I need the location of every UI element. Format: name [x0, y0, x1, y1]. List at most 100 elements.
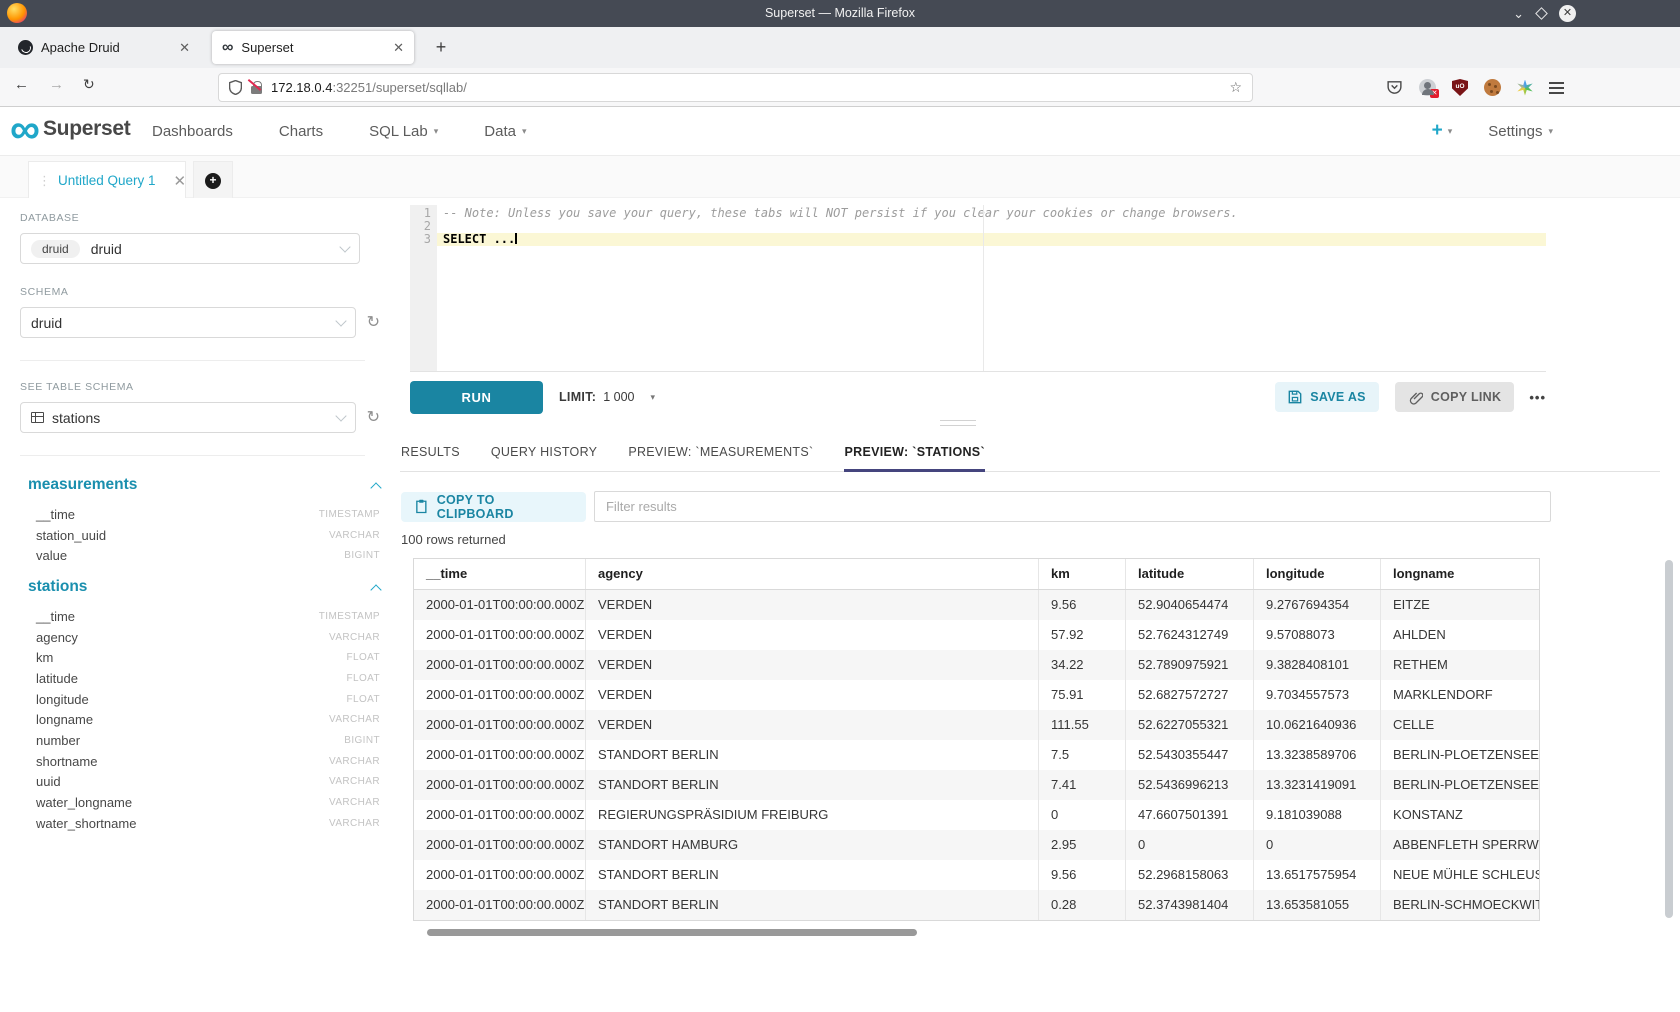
window-title: Superset — Mozilla Firefox: [0, 0, 1680, 27]
database-select[interactable]: druid druid: [20, 233, 360, 264]
table-row: 2000-01-01T00:00:00.000ZVERDEN111.5552.6…: [414, 710, 1539, 740]
new-query-tab-button[interactable]: +: [193, 161, 233, 199]
column-header-km[interactable]: km: [1039, 559, 1126, 589]
table-row: 2000-01-01T00:00:00.000ZVERDEN9.5652.904…: [414, 590, 1539, 620]
url-bar[interactable]: 172.18.0.4:32251/superset/sqllab/ ☆: [218, 73, 1253, 102]
back-button[interactable]: ←: [14, 76, 29, 93]
column-name: water_longname: [36, 795, 132, 810]
table-cell: 2000-01-01T00:00:00.000Z: [414, 770, 586, 800]
column-row: uuidVARCHAR: [36, 772, 380, 793]
nav-item-charts[interactable]: Charts: [279, 123, 323, 140]
settings-menu[interactable]: Settings ▾: [1488, 123, 1553, 140]
run-button[interactable]: RUN: [410, 381, 543, 414]
sql-code-editor[interactable]: 1 2 3 -- Note: Unless you save your quer…: [410, 205, 1546, 372]
vertical-scrollbar[interactable]: [1665, 560, 1673, 918]
close-tab-icon[interactable]: ✕: [385, 40, 404, 56]
save-as-button[interactable]: SAVE AS: [1275, 382, 1379, 412]
bookmark-star-icon[interactable]: ☆: [1229, 79, 1242, 96]
schema-label: SCHEMA: [20, 286, 380, 298]
browser-tab-apache-druid[interactable]: Apache Druid ✕: [8, 31, 200, 64]
insecure-lock-icon[interactable]: [251, 86, 262, 94]
nav-item-sql-lab[interactable]: SQL Lab▾: [369, 123, 438, 140]
browser-tab-superset[interactable]: ∞ Superset ✕: [212, 31, 414, 64]
chevron-up-icon[interactable]: [370, 584, 381, 595]
window-minimize-icon[interactable]: ⌄: [1513, 9, 1524, 19]
query-tab-active[interactable]: ⋮ Untitled Query 1 ✕: [28, 161, 186, 199]
nav-item-label: Dashboards: [152, 123, 233, 140]
copy-link-button[interactable]: COPY LINK: [1395, 382, 1515, 412]
table-cell: VERDEN: [586, 680, 1039, 710]
print-margin-ruler: [983, 205, 984, 371]
column-header-longname[interactable]: longname: [1381, 559, 1539, 589]
column-header-agency[interactable]: agency: [586, 559, 1039, 589]
table-cell: AHLDEN: [1381, 620, 1539, 650]
column-header-time[interactable]: __time: [414, 559, 586, 589]
new-tab-button[interactable]: +: [428, 35, 454, 61]
close-tab-icon[interactable]: ✕: [171, 40, 190, 56]
table-cell: 52.7890975921: [1126, 650, 1254, 680]
table-cell: 52.6227055321: [1126, 710, 1254, 740]
results-table-header: __timeagencykmlatitudelongitudelongname: [414, 559, 1539, 590]
column-name: station_uuid: [36, 528, 106, 543]
table-cell: 52.7624312749: [1126, 620, 1254, 650]
tab-query-history[interactable]: QUERY HISTORY: [491, 432, 597, 471]
column-header-latitude[interactable]: latitude: [1126, 559, 1254, 589]
see-table-schema-label: SEE TABLE SCHEMA: [20, 381, 380, 393]
url-path: :32251/superset/sqllab/: [332, 80, 466, 95]
table-row: 2000-01-01T00:00:00.000ZSTANDORT BERLIN0…: [414, 890, 1539, 920]
column-header-longitude[interactable]: longitude: [1254, 559, 1381, 589]
column-name: water_shortname: [36, 816, 136, 831]
add-new-button[interactable]: + ▾: [1432, 120, 1453, 142]
column-type: VARCHAR: [329, 632, 380, 643]
superset-brand-name: Superset: [43, 117, 130, 141]
sql-empty-line: [437, 220, 1546, 233]
tracking-protection-shield-icon[interactable]: [229, 80, 242, 95]
superset-navbar: ∞ Superset Dashboards Charts SQL Lab▾ Data▾…: [0, 107, 1680, 156]
close-query-tab-icon[interactable]: ✕: [174, 172, 187, 190]
tab-preview-stations[interactable]: PREVIEW: `STATIONS`: [844, 432, 984, 471]
chevron-up-icon[interactable]: [370, 482, 381, 493]
column-name: shortname: [36, 754, 97, 769]
tab-results[interactable]: RESULTS: [401, 432, 460, 471]
nav-item-dashboards[interactable]: Dashboards: [152, 123, 233, 140]
account-icon[interactable]: ✕: [1419, 79, 1436, 96]
pane-resize-handle[interactable]: [940, 420, 976, 426]
horizontal-scrollbar[interactable]: [427, 929, 917, 936]
table-icon: [31, 412, 44, 423]
asterisk-extension-icon[interactable]: [1517, 80, 1533, 96]
sql-lab-sidebar: DATABASE druid druid SCHEMA druid ↻ SEE …: [0, 198, 400, 1012]
table-schema-select[interactable]: stations: [20, 402, 356, 433]
tab-preview-measurements[interactable]: PREVIEW: `MEASUREMENTS`: [628, 432, 813, 471]
table-cell: STANDORT BERLIN: [586, 860, 1039, 890]
table-cell: 10.0621640936: [1254, 710, 1381, 740]
ublock-shield-icon[interactable]: uO: [1452, 79, 1468, 96]
reload-button[interactable]: ↻: [83, 76, 95, 93]
table-cell: REGIERUNGSPRÄSIDIUM FREIBURG: [586, 800, 1039, 830]
table-cell: 2000-01-01T00:00:00.000Z: [414, 710, 586, 740]
refresh-schema-icon[interactable]: ↻: [367, 315, 380, 331]
table-cell: VERDEN: [586, 710, 1039, 740]
column-type: VARCHAR: [329, 797, 380, 808]
nav-item-data[interactable]: Data▾: [484, 123, 526, 140]
limit-dropdown[interactable]: LIMIT: 1 000 ▾: [559, 390, 655, 404]
window-restore-icon[interactable]: [1535, 7, 1548, 20]
schema-table-header[interactable]: stations: [28, 578, 380, 596]
table-cell: 2000-01-01T00:00:00.000Z: [414, 740, 586, 770]
superset-logo[interactable]: ∞ Superset: [10, 109, 130, 149]
forward-button[interactable]: →: [49, 76, 64, 93]
refresh-tables-icon[interactable]: ↻: [367, 410, 380, 426]
schema-table-stations: stations__timeTIMESTAMPagencyVARCHARkmFL…: [20, 578, 380, 834]
column-row: station_uuidVARCHAR: [36, 525, 380, 546]
window-close-icon[interactable]: ✕: [1559, 5, 1576, 22]
cookie-icon[interactable]: [1484, 79, 1501, 96]
more-options-icon[interactable]: •••: [1529, 390, 1546, 405]
chevron-down-icon: ▾: [1548, 126, 1553, 137]
copy-to-clipboard-button[interactable]: COPY TO CLIPBOARD: [401, 492, 586, 522]
schema-table-header[interactable]: measurements: [28, 476, 380, 494]
results-table-body: 2000-01-01T00:00:00.000ZVERDEN9.5652.904…: [414, 590, 1539, 920]
pocket-icon[interactable]: [1386, 79, 1403, 96]
filter-results-input[interactable]: [594, 491, 1551, 522]
table-cell: 0: [1039, 800, 1126, 830]
menu-hamburger-icon[interactable]: [1549, 82, 1564, 94]
schema-select[interactable]: druid: [20, 307, 356, 338]
